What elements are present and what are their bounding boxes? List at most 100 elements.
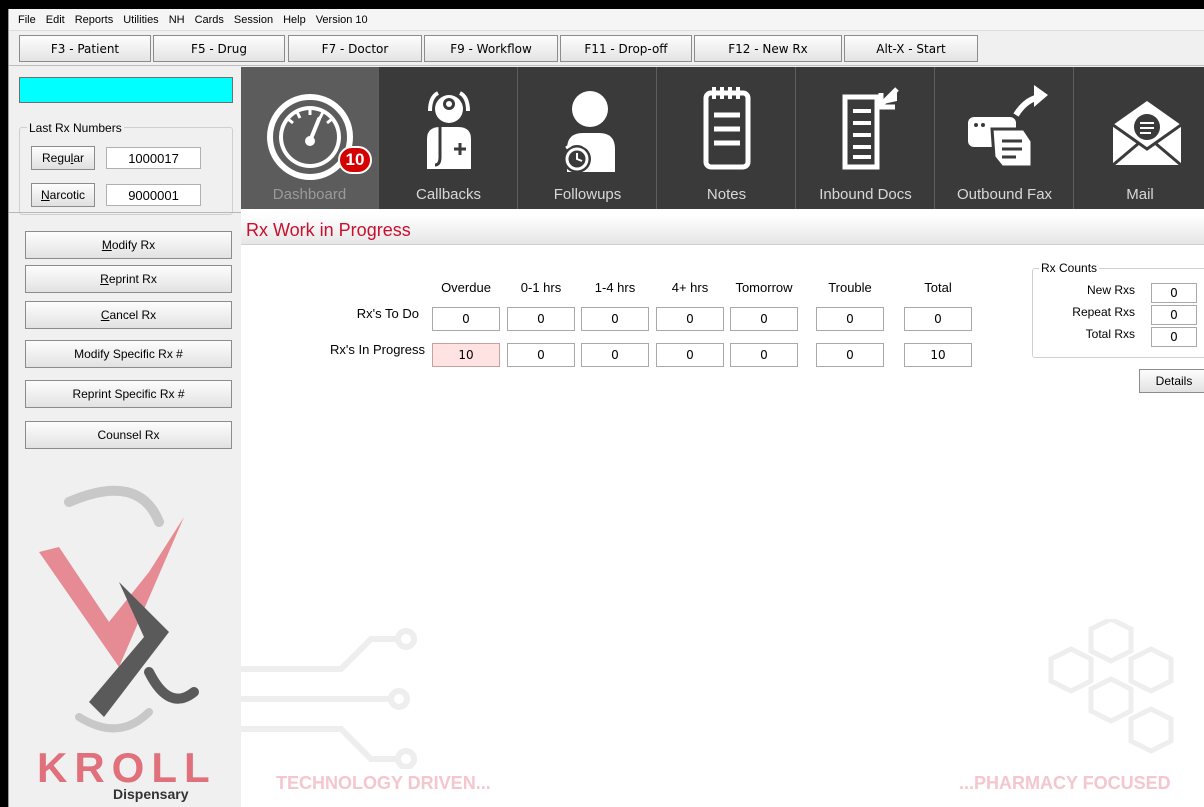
menu-cards[interactable]: Cards bbox=[190, 14, 229, 26]
reprint-specific-rx-label: Reprint Specific Rx # bbox=[72, 387, 185, 401]
total-rxs-value: 0 bbox=[1151, 327, 1197, 347]
last-rx-numbers-title: Last Rx Numbers bbox=[27, 121, 124, 135]
cell-in-progress-4-plus: 0 bbox=[656, 343, 724, 367]
cell-to-do-1-4: 0 bbox=[581, 307, 649, 331]
cell-to-do-trouble: 0 bbox=[816, 307, 884, 331]
tile-inbound-docs[interactable]: Inbound Docs bbox=[797, 67, 935, 209]
cell-in-progress-overdue: 10 bbox=[432, 343, 500, 367]
reprint-rx-label-post: eprint Rx bbox=[108, 272, 157, 286]
page-title: Rx Work in Progress bbox=[246, 220, 411, 240]
menu-bar: File Edit Reports Utilities NH Cards Ses… bbox=[9, 9, 1204, 31]
f11-dropoff-button[interactable]: F11 - Drop-off bbox=[560, 35, 692, 62]
cell-in-progress-tomorrow: 0 bbox=[730, 343, 798, 367]
cell-in-progress-trouble: 0 bbox=[816, 343, 884, 367]
menu-session[interactable]: Session bbox=[229, 14, 278, 26]
tagline-left: TECHNOLOGY DRIVEN... bbox=[276, 773, 491, 793]
tile-outbound-fax[interactable]: Outbound Fax bbox=[936, 67, 1074, 209]
menu-utilities[interactable]: Utilities bbox=[118, 14, 163, 26]
rx-counts-title: Rx Counts bbox=[1039, 261, 1100, 275]
left-divider bbox=[9, 212, 241, 215]
circuit-watermark bbox=[241, 628, 417, 769]
col-overdue: Overdue bbox=[441, 280, 491, 295]
cell-to-do-0-1: 0 bbox=[507, 307, 575, 331]
tile-callbacks[interactable]: Callbacks bbox=[380, 67, 518, 209]
menu-nh[interactable]: NH bbox=[164, 14, 190, 26]
modify-rx-label-post: odify Rx bbox=[111, 238, 156, 252]
row-label-to-do: Rx's To Do bbox=[356, 306, 419, 321]
modify-specific-rx-label: Modify Specific Rx # bbox=[74, 347, 183, 361]
function-key-toolbar: F3 - Patient F5 - Drug F7 - Doctor F9 - … bbox=[9, 32, 1204, 66]
hexagon-watermark bbox=[1048, 619, 1174, 754]
regular-label-pre: Regu bbox=[41, 151, 71, 165]
main-panel: Rx Work in Progress Overdue 0-1 hrs 1-4 … bbox=[241, 209, 1204, 807]
cell-to-do-tomorrow: 0 bbox=[730, 307, 798, 331]
modify-rx-button[interactable]: Modify Rx bbox=[25, 231, 232, 259]
modify-rx-label-key: M bbox=[101, 238, 112, 252]
alt-x-start-button[interactable]: Alt-X - Start bbox=[844, 35, 978, 62]
tile-dashboard-label: Dashboard bbox=[272, 186, 347, 203]
cell-to-do-overdue: 0 bbox=[432, 307, 500, 331]
cell-in-progress-total: 10 bbox=[904, 343, 972, 367]
regular-button[interactable]: Regu l ar bbox=[31, 146, 95, 170]
new-rxs-value: 0 bbox=[1151, 283, 1197, 303]
status-input[interactable] bbox=[19, 77, 233, 103]
narcotic-label-key: N bbox=[40, 188, 50, 202]
col-tomorrow: Tomorrow bbox=[735, 280, 793, 295]
narcotic-button[interactable]: Narcotic bbox=[31, 183, 95, 207]
rx-counts-group: Rx Counts New Rxs 0 Repeat Rxs 0 Total R… bbox=[1032, 261, 1204, 358]
f9-workflow-button[interactable]: F9 - Workflow bbox=[424, 35, 558, 62]
last-rx-numbers-group: Last Rx Numbers Regu l ar 1000017 Narcotic… bbox=[19, 121, 233, 215]
tile-followups-label: Followups bbox=[553, 186, 622, 203]
modify-specific-rx-button[interactable]: Modify Specific Rx # bbox=[25, 340, 232, 368]
tile-notes[interactable]: Notes bbox=[658, 67, 796, 209]
kroll-brand-text: KROLL bbox=[37, 744, 217, 791]
menu-file[interactable]: File bbox=[13, 14, 41, 26]
menu-reports[interactable]: Reports bbox=[70, 14, 119, 26]
counsel-rx-label: Counsel Rx bbox=[97, 428, 160, 442]
kroll-logo: KROLL Dispensary bbox=[9, 462, 241, 807]
cell-in-progress-0-1: 0 bbox=[507, 343, 575, 367]
col-1-4-hrs: 1-4 hrs bbox=[594, 280, 636, 295]
menu-version[interactable]: Version 10 bbox=[311, 14, 373, 26]
cell-in-progress-1-4: 0 bbox=[581, 343, 649, 367]
col-trouble: Trouble bbox=[828, 280, 872, 295]
regular-rx-number: 1000017 bbox=[106, 147, 201, 169]
col-4-plus-hrs: 4+ hrs bbox=[671, 280, 709, 295]
cell-to-do-4-plus: 0 bbox=[656, 307, 724, 331]
tile-mail[interactable]: Mail bbox=[1075, 67, 1204, 209]
tile-callbacks-label: Callbacks bbox=[415, 186, 482, 203]
reprint-specific-rx-button[interactable]: Reprint Specific Rx # bbox=[25, 380, 232, 408]
col-0-1-hrs: 0-1 hrs bbox=[520, 280, 562, 295]
cancel-rx-button[interactable]: Cancel Rx bbox=[25, 301, 232, 329]
repeat-rxs-value: 0 bbox=[1151, 305, 1197, 325]
tile-inbound-docs-label: Inbound Docs bbox=[819, 186, 912, 203]
tile-outbound-fax-label: Outbound Fax bbox=[956, 186, 1053, 203]
left-panel: Last Rx Numbers Regu l ar 1000017 Narcotic… bbox=[9, 67, 241, 807]
f5-drug-button[interactable]: F5 - Drug bbox=[153, 35, 285, 62]
tile-notes-label: Notes bbox=[706, 186, 747, 203]
new-rxs-label: New Rxs bbox=[1086, 283, 1135, 297]
cell-to-do-total: 0 bbox=[904, 307, 972, 331]
f7-doctor-button[interactable]: F7 - Doctor bbox=[288, 35, 422, 62]
tile-followups[interactable]: Followups bbox=[519, 67, 657, 209]
tile-dashboard[interactable]: 10 Dashboard bbox=[241, 67, 379, 209]
f12-new-rx-button[interactable]: F12 - New Rx bbox=[694, 35, 842, 62]
counsel-rx-button[interactable]: Counsel Rx bbox=[25, 421, 232, 449]
section-title-bar: Rx Work in Progress bbox=[241, 215, 1204, 245]
menu-help[interactable]: Help bbox=[278, 14, 311, 26]
menu-edit[interactable]: Edit bbox=[41, 14, 70, 26]
reprint-rx-label-key: R bbox=[100, 272, 109, 286]
total-rxs-label: Total Rxs bbox=[1085, 327, 1135, 341]
cancel-rx-label-key: C bbox=[100, 308, 110, 322]
tile-mail-label: Mail bbox=[1126, 186, 1154, 203]
f3-patient-button[interactable]: F3 - Patient bbox=[19, 35, 151, 62]
dashboard-tiles: 10 Dashboard Callbacks Followups Notes I… bbox=[241, 67, 1204, 209]
narcotic-label-post: arcotic bbox=[49, 188, 85, 202]
regular-label-post: ar bbox=[73, 151, 85, 165]
reprint-rx-button[interactable]: Reprint Rx bbox=[25, 265, 232, 293]
narcotic-rx-number: 9000001 bbox=[106, 184, 201, 206]
kroll-brand-subtitle: Dispensary bbox=[113, 786, 189, 802]
details-button[interactable]: Details bbox=[1139, 369, 1204, 393]
row-label-in-progress: Rx's In Progress bbox=[330, 342, 425, 357]
app-window: File Edit Reports Utilities NH Cards Ses… bbox=[8, 9, 1204, 807]
